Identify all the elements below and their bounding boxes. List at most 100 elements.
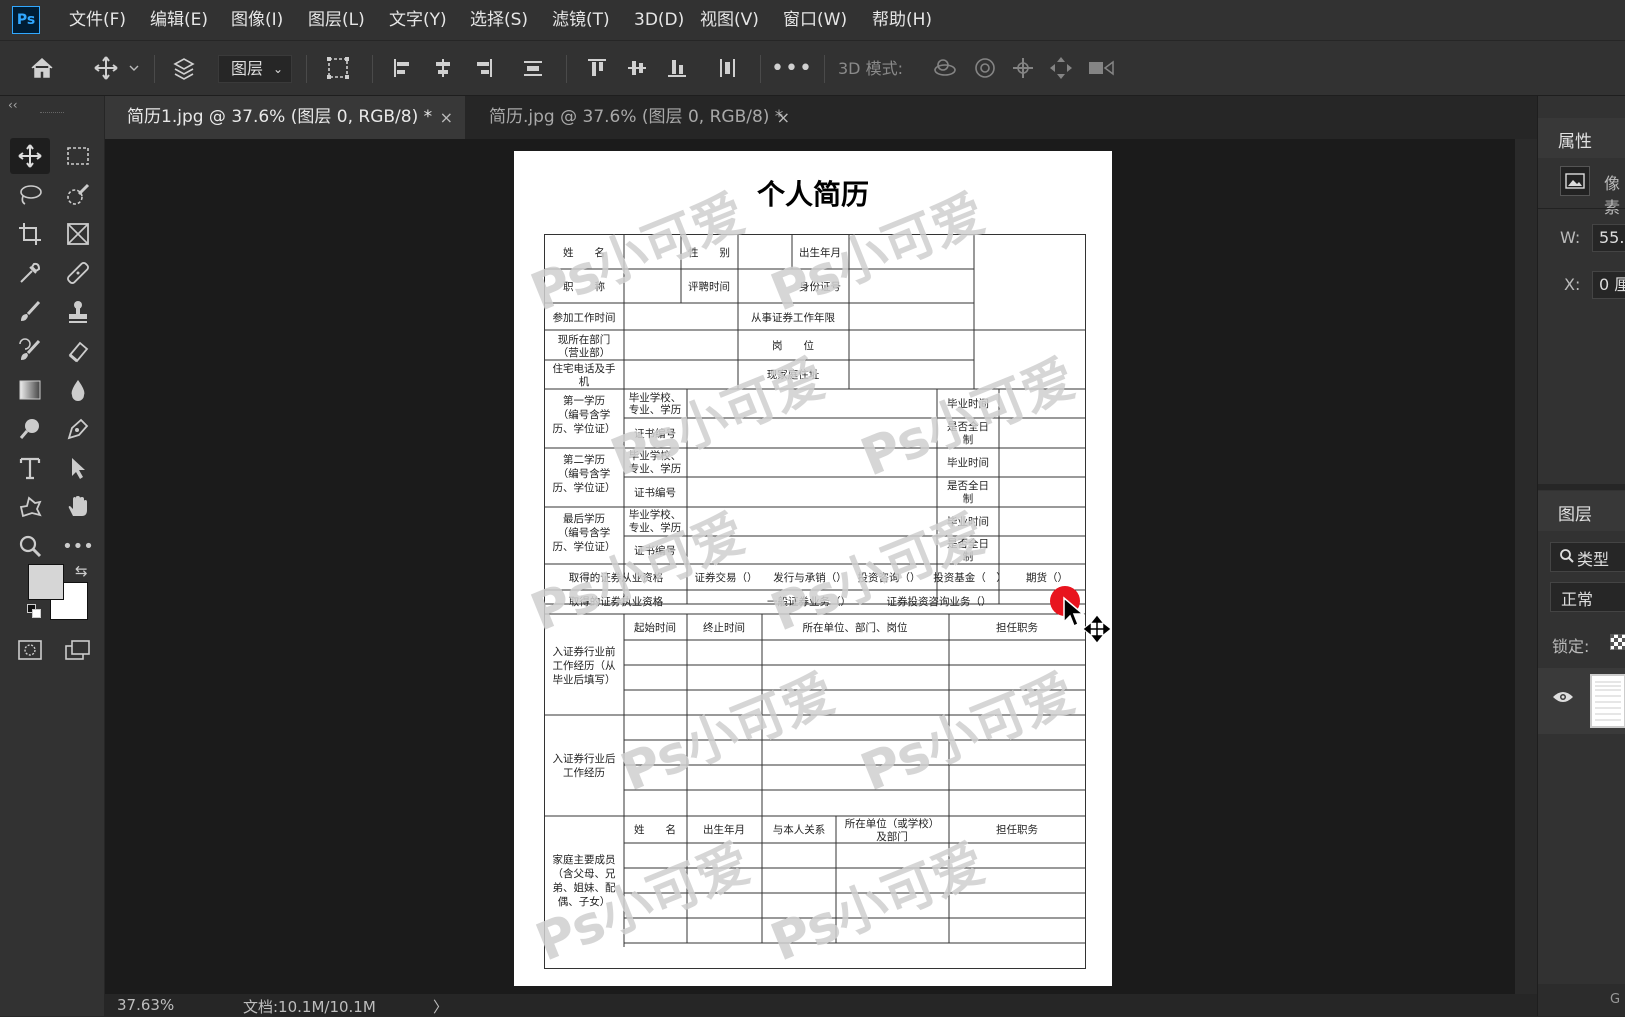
tab-resume[interactable]: 简历.jpg @ 37.6% (图层 0, RGB/8) * × <box>467 96 802 139</box>
cell-dept-label-2: （营业部） <box>558 346 611 359</box>
document-tab-bar: 简历1.jpg @ 37.6% (图层 0, RGB/8) * × 简历.jpg… <box>105 96 1537 139</box>
work-after-label-2: 工作经历 <box>563 766 605 779</box>
tab-properties[interactable]: 属性 <box>1558 127 1592 152</box>
orbit-3d-icon[interactable] <box>928 48 962 88</box>
dodge-tool-icon[interactable] <box>10 411 50 447</box>
status-menu-arrow-icon[interactable]: 〉 <box>433 996 448 1017</box>
layer-row[interactable] <box>1538 668 1625 734</box>
vertical-scrollbar[interactable] <box>1515 139 1537 994</box>
dropdown-value: 图层 <box>231 59 263 78</box>
width-input[interactable]: 55.9 <box>1592 224 1625 252</box>
zoom-level[interactable]: 37.63% <box>117 996 174 1014</box>
close-icon[interactable]: × <box>440 96 453 139</box>
healing-brush-tool-icon[interactable] <box>58 255 98 291</box>
collapse-panel-icon[interactable]: ‹‹ <box>8 98 18 112</box>
menu-3d[interactable]: 3D(D) <box>634 0 684 40</box>
align-right-icon[interactable] <box>466 48 500 88</box>
swap-colors-icon[interactable]: ⇆ <box>75 562 88 580</box>
quick-mask-icon[interactable] <box>10 632 50 668</box>
move-tool-icon[interactable] <box>88 48 124 88</box>
photoshop-logo[interactable]: Ps <box>12 6 40 34</box>
pixel-layer-icon <box>1560 166 1590 196</box>
menu-edit[interactable]: 编辑(E) <box>150 0 208 40</box>
auto-select-layers-icon[interactable] <box>168 48 200 88</box>
work-before-label: 入证券行业前 <box>553 645 616 658</box>
pixel-layer-label: 像素 <box>1604 170 1625 218</box>
screen-mode-icon[interactable] <box>58 632 98 668</box>
x-label: X: <box>1564 275 1580 294</box>
home-icon[interactable] <box>24 48 60 88</box>
roll-3d-icon[interactable] <box>968 48 1002 88</box>
history-brush-tool-icon[interactable] <box>10 333 50 369</box>
menu-select[interactable]: 选择(S) <box>470 0 528 40</box>
layer-thumbnail[interactable] <box>1590 674 1625 728</box>
lasso-tool-icon[interactable] <box>10 177 50 213</box>
menu-file[interactable]: 文件(F) <box>69 0 126 40</box>
align-center-icon[interactable] <box>426 48 460 88</box>
footer-label: G <box>1610 992 1620 1007</box>
work-end-header: 终止时间 <box>703 621 745 634</box>
path-selection-tool-icon[interactable] <box>58 450 98 486</box>
quick-selection-tool-icon[interactable] <box>58 177 98 213</box>
slide-3d-icon[interactable] <box>1044 48 1078 88</box>
zoom-tool-icon[interactable] <box>10 528 50 564</box>
more-options-icon[interactable]: ••• <box>774 48 810 88</box>
menu-filter[interactable]: 滤镜(T) <box>552 0 610 40</box>
x-input[interactable]: 0 厘 <box>1592 271 1625 299</box>
tab-layers[interactable]: 图层 <box>1558 500 1592 525</box>
layers-panel-header: 图层 <box>1538 491 1625 531</box>
tab-label: 简历1.jpg @ 37.6% (图层 0, RGB/8) * <box>127 107 432 127</box>
default-colors-icon[interactable] <box>27 604 41 618</box>
eyedropper-tool-icon[interactable] <box>10 255 50 291</box>
auto-select-dropdown[interactable]: 图层 ⌄ <box>218 55 292 83</box>
brush-tool-icon[interactable] <box>10 294 50 330</box>
align-left-icon[interactable] <box>386 48 420 88</box>
pan-3d-icon[interactable] <box>1006 48 1040 88</box>
close-icon[interactable]: × <box>777 96 790 139</box>
separator <box>824 55 825 83</box>
align-top-icon[interactable] <box>580 48 614 88</box>
blend-mode-dropdown[interactable]: 正常 <box>1550 582 1625 612</box>
menu-window[interactable]: 窗口(W) <box>783 0 847 40</box>
menu-layer[interactable]: 图层(L) <box>308 0 365 40</box>
separator <box>372 55 373 83</box>
blur-tool-icon[interactable] <box>58 372 98 408</box>
more-tools-icon[interactable]: ••• <box>58 528 98 564</box>
menu-help[interactable]: 帮助(H) <box>872 0 932 40</box>
distribute-icon[interactable] <box>516 48 550 88</box>
menu-type[interactable]: 文字(Y) <box>389 0 447 40</box>
align-middle-icon[interactable] <box>620 48 654 88</box>
type-tool-icon[interactable] <box>10 450 50 486</box>
properties-panel-header: 属性 <box>1538 118 1625 158</box>
gradient-tool-icon[interactable] <box>10 372 50 408</box>
search-icon <box>1559 547 1575 569</box>
tab-resume1[interactable]: 简历1.jpg @ 37.6% (图层 0, RGB/8) * × <box>105 96 465 139</box>
video-camera-icon[interactable] <box>1084 48 1118 88</box>
eraser-tool-icon[interactable] <box>58 333 98 369</box>
pen-tool-icon[interactable] <box>58 411 98 447</box>
layers-panel-footer: G <box>1538 984 1625 1016</box>
layer-filter-dropdown[interactable]: 类型 <box>1550 542 1625 572</box>
eye-visibility-icon[interactable] <box>1552 690 1574 708</box>
chevron-down-icon[interactable] <box>126 48 142 88</box>
crop-tool-icon[interactable] <box>10 216 50 252</box>
lock-transparent-pixels-icon[interactable] <box>1610 634 1625 650</box>
move-tool-icon[interactable] <box>10 138 50 174</box>
menu-image[interactable]: 图像(I) <box>231 0 283 40</box>
transform-controls-icon[interactable] <box>320 48 356 88</box>
panel-divider[interactable] <box>1538 484 1625 490</box>
marquee-tool-icon[interactable] <box>58 138 98 174</box>
separator <box>566 55 567 83</box>
document-page[interactable]: 个人简历 姓 名 性 别 出生年月 职 称 评聘时间 身份证号 <box>514 151 1112 986</box>
distribute-vertical-icon[interactable] <box>710 48 744 88</box>
frame-tool-icon[interactable] <box>58 216 98 252</box>
hand-tool-icon[interactable] <box>58 489 98 525</box>
qual1-futures: 期货（） <box>1026 571 1068 584</box>
menu-view[interactable]: 视图(V) <box>700 0 759 40</box>
clone-stamp-tool-icon[interactable] <box>58 294 98 330</box>
custom-shape-tool-icon[interactable] <box>10 489 50 525</box>
align-bottom-icon[interactable] <box>660 48 694 88</box>
move-cursor-icon <box>1083 615 1111 647</box>
grip-handle[interactable] <box>40 112 64 115</box>
foreground-color-swatch[interactable] <box>28 564 64 600</box>
